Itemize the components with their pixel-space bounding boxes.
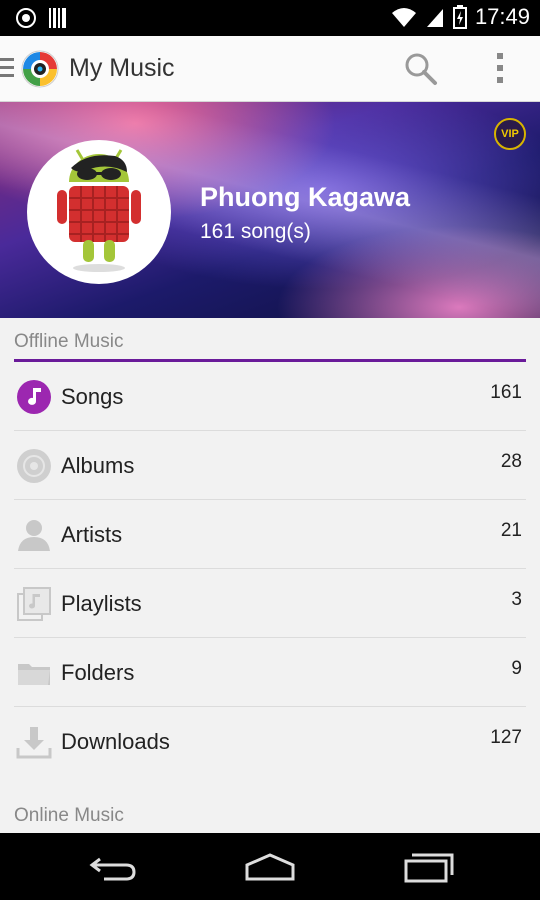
recent-apps-icon[interactable] — [402, 851, 456, 883]
list-item-playlists[interactable]: Playlists 3 — [14, 569, 526, 638]
list-item-label: Songs — [61, 384, 124, 409]
avatar[interactable] — [27, 140, 171, 284]
list-item-count: 28 — [500, 451, 522, 472]
list-item-count: 161 — [490, 382, 522, 403]
list-item-count: 9 — [511, 658, 522, 679]
list-item-count: 21 — [500, 520, 522, 541]
battery-charging-icon — [452, 5, 467, 29]
list-item-artists[interactable]: Artists 21 — [14, 500, 526, 569]
navigation-bar — [0, 833, 540, 900]
offline-music-list: Songs 161 Albums 28 Artists 21 Playlists… — [14, 362, 526, 776]
home-icon[interactable] — [243, 851, 297, 883]
list-item-folders[interactable]: Folders 9 — [14, 638, 526, 707]
wifi-icon — [391, 8, 416, 27]
overflow-menu-icon[interactable] — [490, 50, 510, 86]
list-item-songs[interactable]: Songs 161 — [14, 362, 526, 431]
list-item-label: Albums — [61, 453, 135, 478]
section-header-online: Online Music — [14, 805, 124, 826]
list-item-count: 3 — [511, 589, 522, 610]
folder-icon — [18, 664, 50, 685]
section-header-offline: Offline Music — [14, 331, 526, 362]
list-item-label: Playlists — [61, 591, 142, 616]
status-bar: 17:49 — [0, 0, 540, 36]
back-icon[interactable] — [86, 851, 140, 883]
vip-badge[interactable]: VIP — [494, 118, 526, 150]
app-notification-icon — [16, 8, 36, 28]
list-item-downloads[interactable]: Downloads 127 — [14, 707, 526, 776]
search-icon[interactable] — [404, 52, 438, 86]
hamburger-icon[interactable] — [0, 58, 14, 78]
music-note-icon — [17, 380, 51, 414]
app-bar: My Music — [0, 36, 540, 102]
playlist-icon — [17, 587, 51, 621]
signal-icon — [426, 9, 443, 27]
list-item-label: Folders — [61, 660, 135, 685]
barcode-icon — [49, 8, 66, 28]
person-icon — [18, 520, 50, 551]
app-title: My Music — [69, 54, 175, 82]
download-icon — [16, 727, 52, 759]
list-item-albums[interactable]: Albums 28 — [14, 431, 526, 500]
profile-banner: Phuong Kagawa 161 song(s) VIP — [0, 102, 540, 318]
status-time: 17:49 — [474, 4, 530, 29]
android-avatar-icon — [57, 149, 141, 272]
app-logo-icon[interactable] — [21, 50, 59, 88]
disc-icon — [17, 449, 51, 483]
list-item-label: Artists — [61, 522, 123, 547]
list-item-count: 127 — [490, 727, 522, 748]
list-item-label: Downloads — [61, 729, 170, 754]
profile-song-count: 161 song(s) — [200, 220, 311, 243]
profile-name: Phuong Kagawa — [200, 182, 411, 212]
